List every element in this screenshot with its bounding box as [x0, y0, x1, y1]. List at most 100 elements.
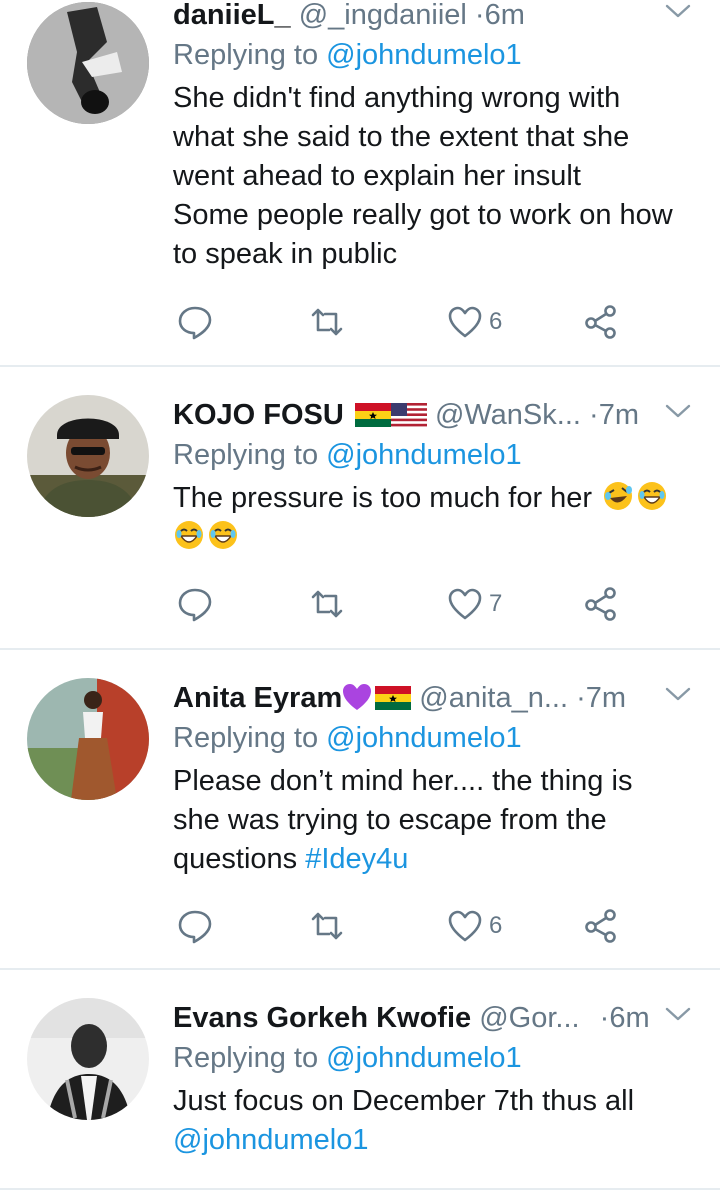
reply-icon — [178, 588, 212, 622]
tweet-text-line: what she said to the extent that she — [173, 121, 630, 153]
like-button[interactable]: 6 — [447, 906, 502, 946]
reply-button[interactable] — [177, 584, 213, 624]
reply-mention-link[interactable]: @johndumelo1 — [326, 439, 522, 471]
chevron-down-icon[interactable] — [664, 1000, 692, 1028]
retweet-button[interactable] — [309, 584, 345, 624]
heart-icon — [448, 910, 482, 942]
ghana-flag-icon — [375, 686, 412, 710]
tweet-text-line — [173, 518, 692, 557]
tweet-text-line: She didn't find anything wrong with — [173, 82, 621, 114]
reply-mention-link[interactable]: @johndumelo1 — [326, 722, 522, 754]
reply-mention-link[interactable]: @johndumelo1 — [326, 1042, 522, 1074]
grinning-sweat-emoji-icon — [175, 521, 203, 549]
share-button[interactable] — [583, 906, 619, 946]
tweet-text-line: went ahead to explain her insult — [173, 160, 581, 192]
purple-heart-icon — [343, 684, 372, 710]
separator-dot: · — [599, 1002, 610, 1034]
tweet-text-line: The pressure is too much for her — [173, 479, 692, 518]
reply-feed: daniieL_ @_ingdaniiel ·6m Replying to @j… — [0, 0, 720, 1200]
like-button[interactable]: 6 — [447, 302, 502, 342]
grinning-sweat-emoji-icon — [209, 521, 237, 549]
replying-to: Replying to @johndumelo1 — [173, 1038, 692, 1078]
user-handle[interactable]: @WanSk... — [435, 399, 581, 431]
timestamp[interactable]: 6m — [485, 0, 525, 31]
tweet-text-line: questions #Idey4u — [173, 840, 692, 879]
tweet-reply[interactable]: KOJO FOSU @WanSk... ·7m Replying to @joh… — [0, 367, 720, 650]
reply-icon — [178, 910, 212, 944]
separator-dot: · — [576, 682, 586, 714]
action-bar: 7 — [177, 584, 637, 624]
separator-dot: · — [474, 0, 485, 31]
tweet-text: Just focus on December 7th thus all @joh… — [173, 1082, 692, 1160]
reply-button[interactable] — [177, 906, 213, 946]
like-button[interactable]: 7 — [447, 584, 502, 624]
mention-link[interactable]: @johndumelo1 — [173, 1121, 692, 1160]
chevron-down-icon[interactable] — [664, 680, 692, 708]
tweet-text: She didn't find anything wrong with what… — [173, 79, 692, 274]
reply-mention-link[interactable]: @johndumelo1 — [326, 39, 522, 71]
share-button[interactable] — [583, 302, 619, 342]
timestamp[interactable]: 7m — [586, 682, 626, 714]
avatar[interactable] — [27, 678, 149, 800]
timestamp[interactable]: 6m — [609, 1002, 649, 1034]
tweet-reply[interactable]: daniieL_ @_ingdaniiel ·6m Replying to @j… — [0, 0, 720, 367]
separator-dot: · — [589, 399, 599, 431]
ghana-flag-icon — [354, 403, 391, 427]
tweet-text-span: questions — [173, 843, 298, 875]
reply-button[interactable] — [177, 302, 213, 342]
heart-icon — [448, 588, 482, 620]
share-icon — [585, 909, 616, 943]
avatar[interactable] — [27, 2, 149, 124]
tweet-text-line: she was trying to escape from the — [173, 804, 607, 836]
action-bar: 6 — [177, 302, 637, 342]
display-name[interactable]: daniieL_ — [173, 0, 291, 31]
tweet-text: Please don’t mind her.... the thing is s… — [173, 762, 692, 879]
tweet-text-line: Please don’t mind her.... the thing is — [173, 765, 633, 797]
tweet-text: The pressure is too much for her — [173, 479, 692, 557]
action-bar: 6 — [177, 906, 637, 946]
reply-icon — [178, 306, 212, 340]
display-name[interactable]: Evans Gorkeh Kwofie — [173, 1002, 471, 1034]
tweet-reply[interactable]: Anita Eyram @anita_n... ·7m Replying to … — [0, 650, 720, 970]
share-button[interactable] — [583, 584, 619, 624]
tweet-text-line: Just focus on December 7th thus all — [173, 1085, 635, 1117]
tweet-text-line: Some people really got to work on how — [173, 199, 673, 231]
retweet-button[interactable] — [309, 906, 345, 946]
rolling-laughing-emoji-icon — [604, 482, 633, 510]
tweet-text-span: The pressure is too much for her — [173, 482, 593, 514]
retweet-icon — [311, 308, 343, 336]
like-count: 6 — [489, 308, 503, 335]
avatar[interactable] — [27, 998, 149, 1120]
like-count: 7 — [489, 590, 503, 617]
replying-to: Replying to @johndumelo1 — [173, 718, 692, 758]
us-flag-icon — [390, 403, 427, 427]
tweet-header: Evans Gorkeh Kwofie @Gor... ·6m — [173, 998, 692, 1038]
tweet-header: Anita Eyram @anita_n... ·7m — [173, 678, 692, 718]
hashtag-link[interactable]: #Idey4u — [305, 843, 408, 875]
replying-prefix: Replying to — [173, 439, 319, 471]
replying-prefix: Replying to — [173, 722, 319, 754]
tweet-header: daniieL_ @_ingdaniiel ·6m — [173, 0, 692, 35]
tweet-header: KOJO FOSU @WanSk... ·7m — [173, 395, 692, 435]
grinning-sweat-emoji-icon — [638, 482, 667, 510]
retweet-icon — [311, 590, 343, 618]
display-name[interactable]: KOJO FOSU — [173, 399, 344, 431]
user-handle[interactable]: @_ingdaniiel — [299, 0, 467, 31]
user-handle[interactable]: @anita_n... — [419, 682, 568, 714]
replying-to: Replying to @johndumelo1 — [173, 435, 692, 475]
like-count: 6 — [489, 912, 503, 939]
chevron-down-icon[interactable] — [664, 397, 692, 425]
heart-icon — [448, 306, 482, 338]
avatar[interactable] — [27, 395, 149, 517]
tweet-reply[interactable]: Evans Gorkeh Kwofie @Gor... ·6m Replying… — [0, 970, 720, 1190]
share-icon — [585, 587, 616, 621]
retweet-button[interactable] — [309, 302, 345, 342]
chevron-down-icon[interactable] — [664, 0, 692, 25]
replying-prefix: Replying to — [173, 1042, 319, 1074]
share-icon — [585, 305, 616, 339]
replying-prefix: Replying to — [173, 39, 319, 71]
tweet-text-line: to speak in public — [173, 238, 398, 270]
user-handle[interactable]: @Gor... — [479, 1002, 579, 1034]
timestamp[interactable]: 7m — [599, 399, 639, 431]
display-name[interactable]: Anita Eyram — [173, 682, 342, 714]
